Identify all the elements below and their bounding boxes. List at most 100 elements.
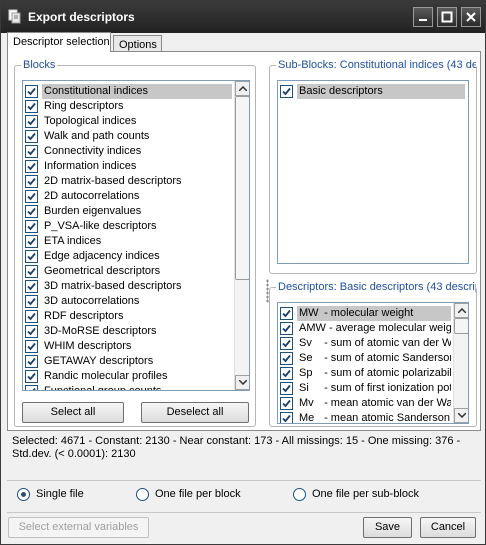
checkbox[interactable] xyxy=(25,205,38,218)
descriptor-entry: AMW - average molecular weight xyxy=(297,321,451,336)
list-item-label: RDF descriptors xyxy=(44,310,124,322)
deselect-all-button[interactable]: Deselect all xyxy=(141,402,249,423)
chevron-down-icon xyxy=(458,413,466,418)
check-icon xyxy=(282,324,291,333)
subblocks-legend: Sub-Blocks: Constitutional indices (43 d… xyxy=(276,59,476,71)
radio-label: One file per sub-block xyxy=(312,488,419,500)
descriptor-code: Mv xyxy=(299,397,314,409)
checkbox[interactable] xyxy=(280,337,293,350)
checkbox[interactable] xyxy=(25,235,38,248)
descriptor-code: Sp xyxy=(299,367,313,379)
descriptor-code: Me xyxy=(299,412,315,424)
checkbox[interactable] xyxy=(280,352,293,365)
checkbox[interactable] xyxy=(280,322,293,335)
select-all-label: Select all xyxy=(50,406,96,418)
checkbox[interactable] xyxy=(280,382,293,395)
save-button[interactable]: Save xyxy=(363,517,412,538)
select-external-variables-button[interactable]: Select external variables xyxy=(8,517,149,538)
scroll-down-button[interactable] xyxy=(454,408,468,423)
checkbox[interactable] xyxy=(25,370,38,383)
radio-label: One file per block xyxy=(155,488,241,500)
checkbox[interactable] xyxy=(25,145,38,158)
blocks-list[interactable]: Constitutional indices Ring descriptors To… xyxy=(22,80,250,391)
divider xyxy=(7,480,481,481)
check-icon xyxy=(282,414,291,423)
selection-status: Selected: 4671 - Constant: 2130 - Near c… xyxy=(12,435,461,460)
checkbox[interactable] xyxy=(25,340,38,353)
select-all-button[interactable]: Select all xyxy=(22,402,124,423)
tab-descriptor-selection[interactable]: Descriptor selection xyxy=(7,32,111,52)
close-button[interactable] xyxy=(461,7,481,27)
close-icon xyxy=(466,12,476,22)
checkbox[interactable] xyxy=(25,295,38,308)
checkbox[interactable] xyxy=(25,265,38,278)
tab-label: Descriptor selection xyxy=(13,36,110,48)
checkbox[interactable] xyxy=(25,175,38,188)
list-item-label: Burden eigenvalues xyxy=(44,205,142,217)
radio-indicator[interactable] xyxy=(136,488,149,501)
checkbox[interactable] xyxy=(25,190,38,203)
check-icon xyxy=(27,102,36,111)
checkbox[interactable] xyxy=(25,115,38,128)
list-item-label: Randic molecular profiles xyxy=(44,370,168,382)
checkbox[interactable] xyxy=(280,307,293,320)
descriptor-entry: Mv - mean atomic van der Waals volume xyxy=(297,396,451,411)
check-icon xyxy=(32,387,36,390)
scroll-down-button[interactable] xyxy=(235,375,249,390)
checkbox[interactable] xyxy=(280,85,293,98)
checkbox[interactable] xyxy=(25,220,38,233)
radio-indicator[interactable] xyxy=(293,488,306,501)
descriptor-description: - mean atomic van der Waals volume xyxy=(324,397,451,409)
descriptor-entry: MW - molecular weight xyxy=(297,306,451,321)
checkbox[interactable] xyxy=(25,310,38,323)
descriptors-legend: Descriptors: Basic descriptors (43 descr… xyxy=(276,281,476,293)
check-icon xyxy=(282,354,291,363)
list-item-label: Topological indices xyxy=(44,115,137,127)
scroll-up-button[interactable] xyxy=(454,303,468,318)
checkbox[interactable] xyxy=(25,160,38,173)
check-icon xyxy=(27,237,36,246)
scroll-up-button[interactable] xyxy=(235,81,249,96)
check-icon xyxy=(27,267,36,276)
check-icon xyxy=(27,192,36,201)
blocks-scrollbar[interactable] xyxy=(234,81,249,390)
blocks-legend: Blocks xyxy=(21,59,58,71)
title-bar: Export descriptors xyxy=(1,1,485,33)
maximize-button[interactable] xyxy=(437,7,457,27)
check-icon xyxy=(27,297,36,306)
minimize-button[interactable] xyxy=(413,7,433,27)
list-item-label: GETAWAY descriptors xyxy=(44,355,154,367)
descriptor-description: - molecular weight xyxy=(324,307,414,319)
descriptor-description: - sum of atomic van der Waals volumes xyxy=(324,337,451,349)
scroll-thumb[interactable] xyxy=(454,318,468,334)
descriptors-scrollbar[interactable] xyxy=(453,303,468,423)
checkbox[interactable] xyxy=(25,85,38,98)
check-icon xyxy=(27,222,36,231)
checkbox[interactable] xyxy=(25,100,38,113)
list-item-label: Information indices xyxy=(44,160,137,172)
tab-options[interactable]: Options xyxy=(113,35,162,52)
checkbox[interactable] xyxy=(280,412,293,423)
subblocks-list[interactable]: Basic descriptors xyxy=(277,80,469,264)
descriptor-code: MW xyxy=(299,307,319,319)
descriptors-list[interactable]: MW - molecular weight AMW - average molec… xyxy=(277,302,469,424)
check-icon xyxy=(27,282,36,291)
check-icon xyxy=(27,177,36,186)
check-icon xyxy=(282,399,291,408)
list-item-label: P_VSA-like descriptors xyxy=(44,220,157,232)
checkbox[interactable] xyxy=(25,355,38,368)
checkbox[interactable] xyxy=(25,385,38,390)
scroll-thumb[interactable] xyxy=(235,96,249,280)
checkbox[interactable] xyxy=(25,325,38,338)
checkbox[interactable] xyxy=(25,280,38,293)
list-item-label: 3D matrix-based descriptors xyxy=(44,280,182,292)
descriptor-entry: Si - sum of first ionization potentials xyxy=(297,381,451,396)
checkbox[interactable] xyxy=(280,397,293,410)
cancel-button[interactable]: Cancel xyxy=(420,517,476,538)
check-icon xyxy=(282,384,291,393)
radio-indicator[interactable] xyxy=(17,488,30,501)
checkbox[interactable] xyxy=(25,250,38,263)
checkbox[interactable] xyxy=(25,130,38,143)
checkbox[interactable] xyxy=(280,367,293,380)
chevron-up-icon xyxy=(458,308,466,313)
